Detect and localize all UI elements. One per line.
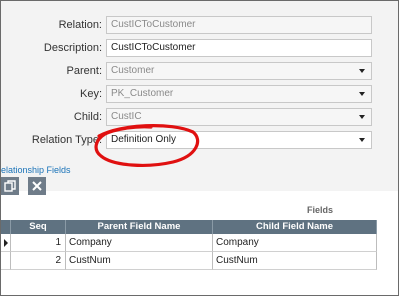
chevron-down-icon: [359, 92, 365, 96]
cell-seq[interactable]: 2: [11, 252, 66, 270]
column-header-parent-field[interactable]: Parent Field Name: [66, 220, 213, 234]
relation-label: Relation:: [58, 19, 102, 31]
key-value: PK_Customer: [111, 88, 174, 99]
cell-child-field[interactable]: Company: [213, 234, 377, 252]
annotation-circle: [94, 124, 200, 167]
current-row-icon: [4, 239, 8, 247]
chevron-down-icon: [359, 115, 365, 119]
description-field[interactable]: CustICToCustomer: [106, 39, 372, 57]
parent-value: Customer: [111, 65, 155, 76]
row-marker: [1, 252, 11, 270]
fields-panel-title: Fields: [307, 205, 334, 215]
chevron-down-icon: [359, 69, 365, 73]
child-value: CustIC: [111, 111, 142, 122]
key-select[interactable]: PK_Customer: [106, 85, 372, 103]
delete-button[interactable]: [28, 177, 46, 195]
copy-icon: [4, 180, 16, 192]
section-title[interactable]: elationship Fields: [1, 165, 71, 175]
relation-field[interactable]: CustICToCustomer: [106, 16, 372, 34]
column-header-seq[interactable]: Seq: [11, 220, 66, 234]
parent-select[interactable]: Customer: [106, 62, 372, 80]
row-marker-header: [1, 220, 11, 234]
cell-child-field[interactable]: CustNum: [213, 252, 377, 270]
copy-button[interactable]: [1, 177, 19, 195]
row-marker: [1, 234, 11, 252]
parent-label: Parent:: [66, 65, 102, 77]
relationship-window: Relation: CustICToCustomer Description: …: [0, 0, 399, 296]
column-header-child-field[interactable]: Child Field Name: [213, 220, 377, 234]
description-label: Description:: [43, 42, 102, 54]
chevron-down-icon: [359, 138, 365, 142]
cell-seq[interactable]: 1: [11, 234, 66, 252]
close-icon: [32, 181, 42, 191]
cell-parent-field[interactable]: Company: [66, 234, 213, 252]
cell-parent-field[interactable]: CustNum: [66, 252, 213, 270]
key-label: Key:: [79, 88, 102, 100]
